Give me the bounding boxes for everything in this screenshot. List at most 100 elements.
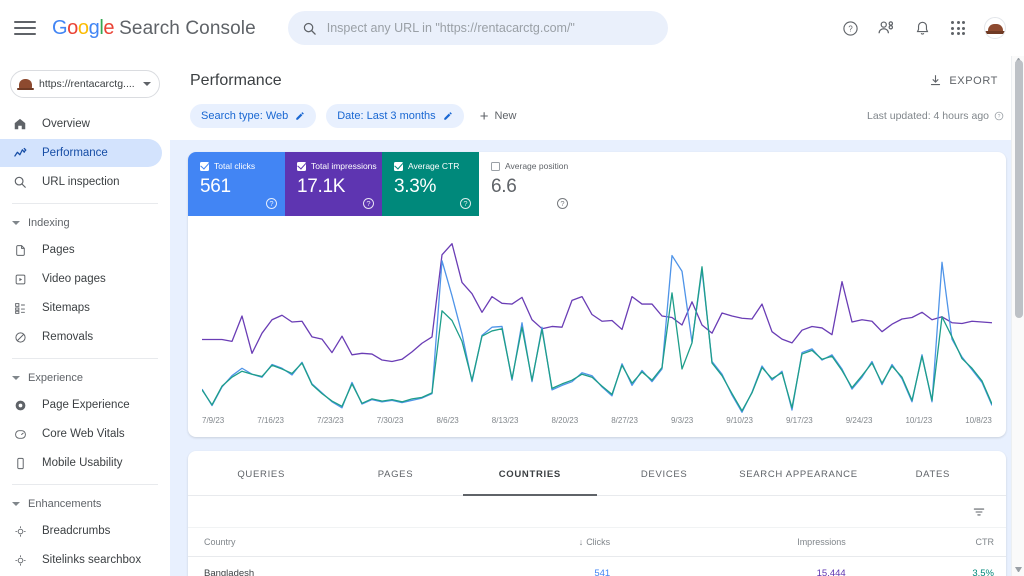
plus-icon: + [479,107,489,125]
avatar[interactable] [984,17,1006,39]
tab-countries[interactable]: COUNTRIES [462,451,597,496]
tab-devices[interactable]: DEVICES [597,451,731,496]
metric-card-average-ctr[interactable]: Average CTR 3.3% ? [382,152,479,216]
search-input[interactable] [326,21,654,35]
sidebar-group-label: Enhancements [28,498,102,510]
tab-pages[interactable]: PAGES [328,451,462,496]
help-icon[interactable]: ? [840,18,860,38]
sidebar-item-video-pages[interactable]: Video pages [0,265,162,293]
sidebar-item-sitemaps[interactable]: Sitemaps [0,294,162,322]
help-icon[interactable]: ? [266,198,277,209]
x-axis-tick: 7/23/23 [317,416,344,425]
help-icon[interactable]: ? [557,198,568,209]
cell-country: Bangladesh [188,556,442,576]
property-selector[interactable]: https://rentacarctg.... [10,70,160,98]
sidebar-item-mobile-usability[interactable]: Mobile Usability [0,449,162,477]
chevron-down-icon [12,221,20,225]
sidebar-group-enhancements[interactable]: Enhancements [0,492,170,516]
sidebar-item-label: Sitemaps [42,302,90,314]
x-axis-tick: 10/1/23 [905,416,933,425]
help-icon[interactable]: ? [363,198,374,209]
tab-queries[interactable]: QUERIES [194,451,328,496]
sidebar-group-experience[interactable]: Experience [0,366,170,390]
sidebar-item-sitelinks-searchbox[interactable]: Sitelinks searchbox [0,546,162,574]
scrollbar-thumb[interactable] [1014,60,1023,318]
sidebar-item-label: Core Web Vitals [42,428,125,440]
column-header-label: Clicks [586,537,611,547]
checkbox-icon[interactable] [297,161,306,171]
sitelinks-icon [12,552,28,568]
account-switch-icon[interactable] [876,18,896,38]
column-header-ctr[interactable]: CTR [857,528,1006,557]
export-button[interactable]: EXPORT [923,70,1004,91]
metric-card-average-position[interactable]: Average position 6.6 ? [479,152,576,216]
checkbox-icon[interactable] [200,161,209,171]
last-updated: Last updated: 4 hours ago ? [867,110,1004,122]
sidebar-item-core-web-vitals[interactable]: Core Web Vitals [0,420,162,448]
sidebar-item-label: Pages [42,244,75,256]
sidebar-group-indexing[interactable]: Indexing [0,211,170,235]
removals-icon [12,329,28,345]
edit-icon [443,111,453,121]
sidebar-item-page-experience[interactable]: Page Experience [0,391,162,419]
edit-icon [295,111,305,121]
sidebar: https://rentacarctg.... Overview Perform… [0,56,170,576]
filters-row: Search type: Web Date: Last 3 months + N… [190,91,1004,140]
x-axis-tick: 8/27/23 [611,416,638,425]
chevron-down-icon [12,376,20,380]
svg-text:?: ? [998,114,1001,120]
metric-head: Average position [491,161,568,171]
tab-dates[interactable]: DATES [866,451,1000,496]
add-filter-button[interactable]: + New [474,109,523,124]
checkbox-icon[interactable] [394,161,403,171]
experience-icon [12,397,28,413]
google-wordmark: Google [52,16,115,39]
filter-chip-date[interactable]: Date: Last 3 months [326,104,464,128]
apps-grid-icon[interactable] [948,18,968,38]
sidebar-item-removals[interactable]: Removals [0,323,162,351]
column-header-country[interactable]: Country [188,528,442,557]
help-icon[interactable]: ? [460,198,471,209]
page-header: Performance EXPORT Search type: Web Date… [170,56,1024,140]
scroll-down-icon[interactable] [1015,567,1022,574]
notifications-icon[interactable] [912,18,932,38]
table-row[interactable]: Bangladesh 541 15,444 3.5% [188,556,1006,576]
product-name: Search Console [119,17,256,39]
performance-chart-card: Total clicks 561 ? Total impressions 17.… [188,152,1006,437]
filter-chip-search-type[interactable]: Search type: Web [190,104,317,128]
page-title-row: Performance EXPORT [190,70,1004,91]
sidebar-item-breadcrumbs[interactable]: Breadcrumbs [0,517,162,545]
menu-icon[interactable] [14,17,36,39]
column-header-impressions[interactable]: Impressions [622,528,858,557]
url-inspection-search[interactable] [287,11,668,45]
metric-label: Average CTR [408,161,460,171]
breadcrumb-icon [12,523,28,539]
vertical-scrollbar[interactable] [1011,56,1024,576]
sidebar-item-url-inspection[interactable]: URL inspection [0,168,162,196]
sidebar-item-label: Removals [42,331,94,343]
checkbox-icon[interactable] [491,161,500,171]
sidebar-item-overview[interactable]: Overview [0,110,162,138]
search-icon [303,22,316,35]
divider [12,358,158,359]
property-favicon-icon [17,79,34,90]
dimension-tabs: QUERIES PAGES COUNTRIES DEVICES SEARCH APPEA… [188,451,1006,496]
metric-card-total-clicks[interactable]: Total clicks 561 ? [188,152,285,216]
filter-chip-label: Search type: Web [201,110,289,122]
chart-line-total-clicks [202,256,992,413]
mobile-icon [12,455,28,471]
metric-value: 17.1K [297,176,346,197]
column-header-clicks[interactable]: ↓ Clicks [441,528,623,557]
sidebar-item-performance[interactable]: Performance [0,139,162,167]
filter-list-icon[interactable] [972,505,986,519]
table-filter-row [188,496,1006,528]
home-icon [12,116,28,132]
sidebar-item-label: Video pages [42,273,106,285]
x-axis-tick: 8/20/23 [551,416,579,425]
tab-search-appearance[interactable]: SEARCH APPEARANCE [731,451,865,496]
sidebar-item-pages[interactable]: Pages [0,236,162,264]
x-axis-tick: 9/3/23 [670,416,694,425]
metric-card-total-impressions[interactable]: Total impressions 17.1K ? [285,152,382,216]
help-icon[interactable]: ? [994,111,1004,121]
page-icon [12,242,28,258]
